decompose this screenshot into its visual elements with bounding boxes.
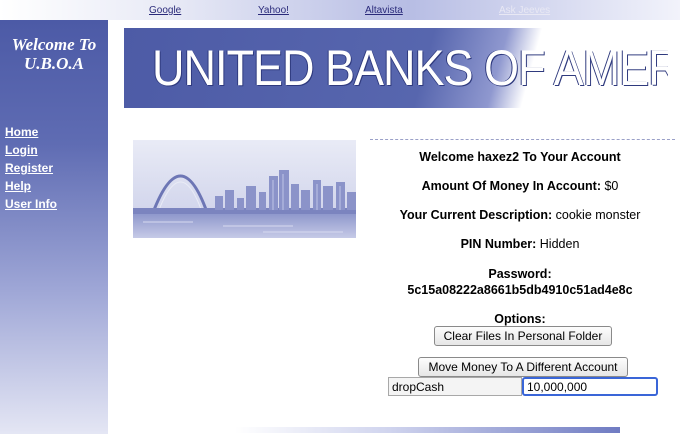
clear-files-button[interactable]: Clear Files In Personal Folder [434, 326, 612, 346]
description-label: Your Current Description: [399, 208, 553, 222]
pin-value: Hidden [539, 237, 580, 251]
options-label: Options: [494, 312, 546, 326]
nav-help-link[interactable]: Help [5, 177, 57, 195]
sidebar-welcome: Welcome To U.B.O.A [0, 35, 108, 73]
money-line: Amount Of Money In Account: $0 [372, 179, 668, 193]
description-value: cookie monster [555, 208, 641, 222]
nav-login-link[interactable]: Login [5, 141, 57, 159]
section-divider [370, 139, 675, 140]
pin-line: PIN Number: Hidden [372, 237, 668, 251]
yahoo-link[interactable]: Yahoo! [258, 5, 289, 16]
sidebar: Welcome To U.B.O.A Home Login Register H… [0, 20, 108, 434]
banner-title: UNITED BANKS OF AMERICA [152, 39, 668, 97]
money-label: Amount Of Money In Account: [421, 179, 601, 193]
password-label: Password: [488, 267, 552, 281]
sidebar-nav: Home Login Register Help User Info [5, 123, 57, 213]
welcome-title: Welcome To [11, 35, 97, 54]
welcome-prefix: Welcome [419, 150, 474, 164]
ask-jeeves-link[interactable]: Ask Jeeves [499, 5, 550, 16]
move-money-button[interactable]: Move Money To A Different Account [418, 357, 628, 377]
money-value: $0 [604, 179, 619, 193]
nav-user-info-link[interactable]: User Info [5, 195, 57, 213]
description-line: Your Current Description: cookie monster [372, 208, 668, 222]
site-banner: UNITED BANKS OF AMERICA [124, 28, 668, 108]
altavista-link[interactable]: Altavista [365, 5, 403, 16]
bottom-divider [235, 427, 620, 433]
welcome-site-name: U.B.O.A [24, 54, 84, 73]
username: haxez2 [477, 150, 520, 164]
nav-register-link[interactable]: Register [5, 159, 57, 177]
city-skyline-image [133, 140, 356, 238]
welcome-suffix: To Your Account [522, 150, 621, 164]
nav-home-link[interactable]: Home [5, 123, 57, 141]
password-value: 5c15a08222a8661b5db4910c51ad4e8c [407, 283, 633, 297]
action-field[interactable] [388, 377, 522, 396]
welcome-line: Welcome haxez2 To Your Account [372, 150, 668, 164]
pin-label: PIN Number: [460, 237, 537, 251]
google-link[interactable]: Google [149, 5, 181, 16]
top-link-bar: Google Yahoo! Altavista Ask Jeeves [0, 0, 680, 20]
amount-field[interactable] [522, 377, 658, 396]
